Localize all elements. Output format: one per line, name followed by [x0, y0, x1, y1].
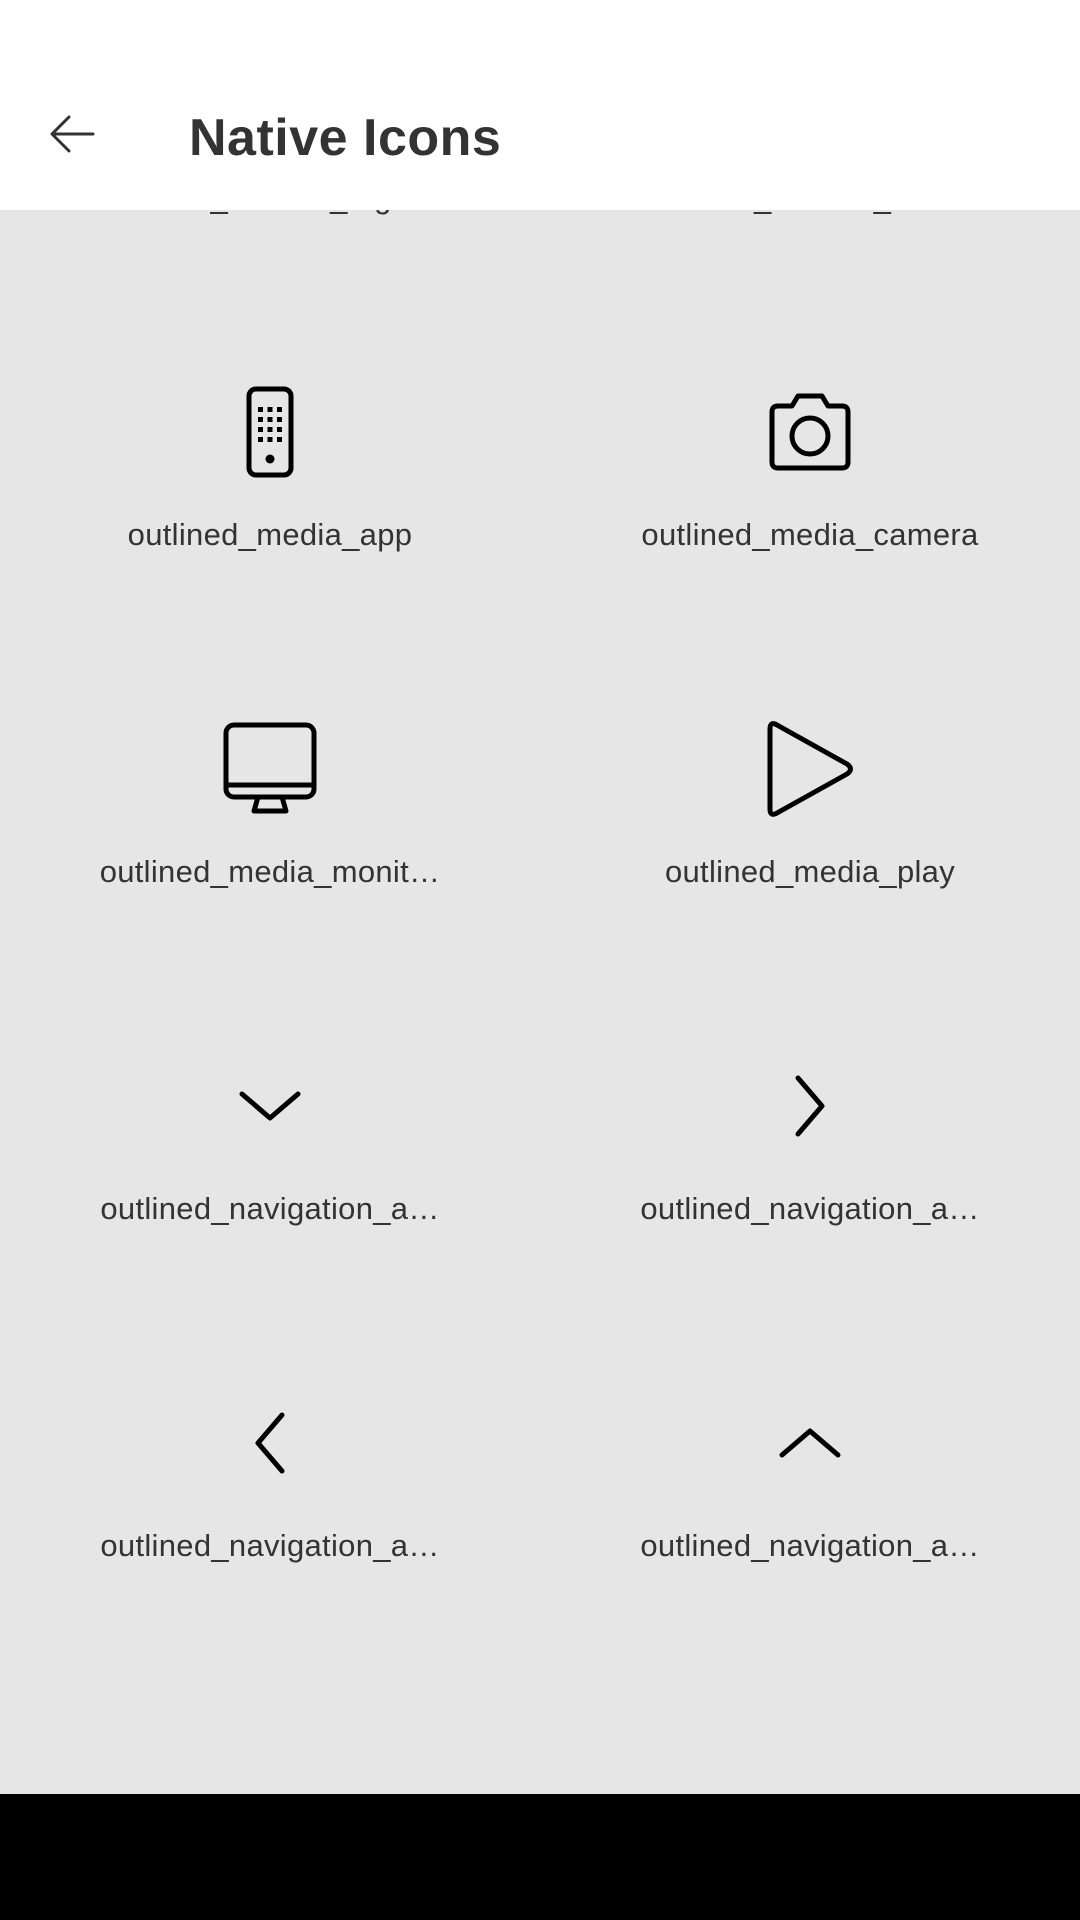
app-bar: Native Icons: [0, 0, 1080, 210]
icon-label: outlined_media_camera: [641, 517, 979, 552]
icon-label: outlined_navigation_a…: [640, 1191, 980, 1226]
icon-label: outlined_navigation_a…: [100, 1528, 440, 1563]
icon-grid: outlined_finance_tagd… outlined_finance_…: [0, 210, 1080, 1643]
play-icon: [767, 721, 853, 817]
system-navigation-bar: [0, 1794, 1080, 1920]
arrow-left-icon: [50, 115, 95, 153]
icon-tile[interactable]: outlined_navigation_a…: [540, 1306, 1080, 1643]
icon-tile[interactable]: outlined_finance_tran…: [540, 210, 1080, 295]
icon-tile[interactable]: outlined_media_camera: [540, 295, 1080, 632]
icon-tile[interactable]: outlined_finance_tagd…: [0, 210, 540, 295]
icon-tile[interactable]: outlined_media_monit…: [0, 632, 540, 969]
page-title: Native Icons: [189, 109, 502, 167]
chevron-up-icon: [779, 1428, 841, 1458]
icon-tile[interactable]: outlined_media_app: [0, 295, 540, 632]
icon-label: outlined_finance_tagd…: [90, 210, 450, 218]
icon-label: outlined_navigation_a…: [100, 1191, 440, 1226]
icon-tile[interactable]: outlined_navigation_a…: [0, 969, 540, 1306]
icon-tile[interactable]: outlined_navigation_a…: [0, 1306, 540, 1643]
icon-label: outlined_navigation_a…: [640, 1528, 980, 1563]
chevron-down-icon: [239, 1091, 301, 1121]
monitor-icon: [223, 722, 317, 814]
icon-tile[interactable]: outlined_navigation_a…: [540, 969, 1080, 1306]
camera-icon: [769, 393, 851, 471]
icon-label: outlined_media_monit…: [99, 854, 441, 889]
back-button[interactable]: [36, 98, 108, 170]
phone-keypad-icon: [246, 386, 294, 478]
chevron-right-icon: [795, 1075, 825, 1137]
chevron-left-icon: [255, 1412, 285, 1474]
icon-grid-scroll-area[interactable]: outlined_finance_tagd… outlined_finance_…: [0, 210, 1080, 1794]
icon-tile[interactable]: outlined_media_play: [540, 632, 1080, 969]
icon-label: outlined_finance_tran…: [630, 210, 990, 218]
icon-label: outlined_media_play: [664, 854, 956, 889]
icon-label: outlined_media_app: [127, 517, 413, 552]
